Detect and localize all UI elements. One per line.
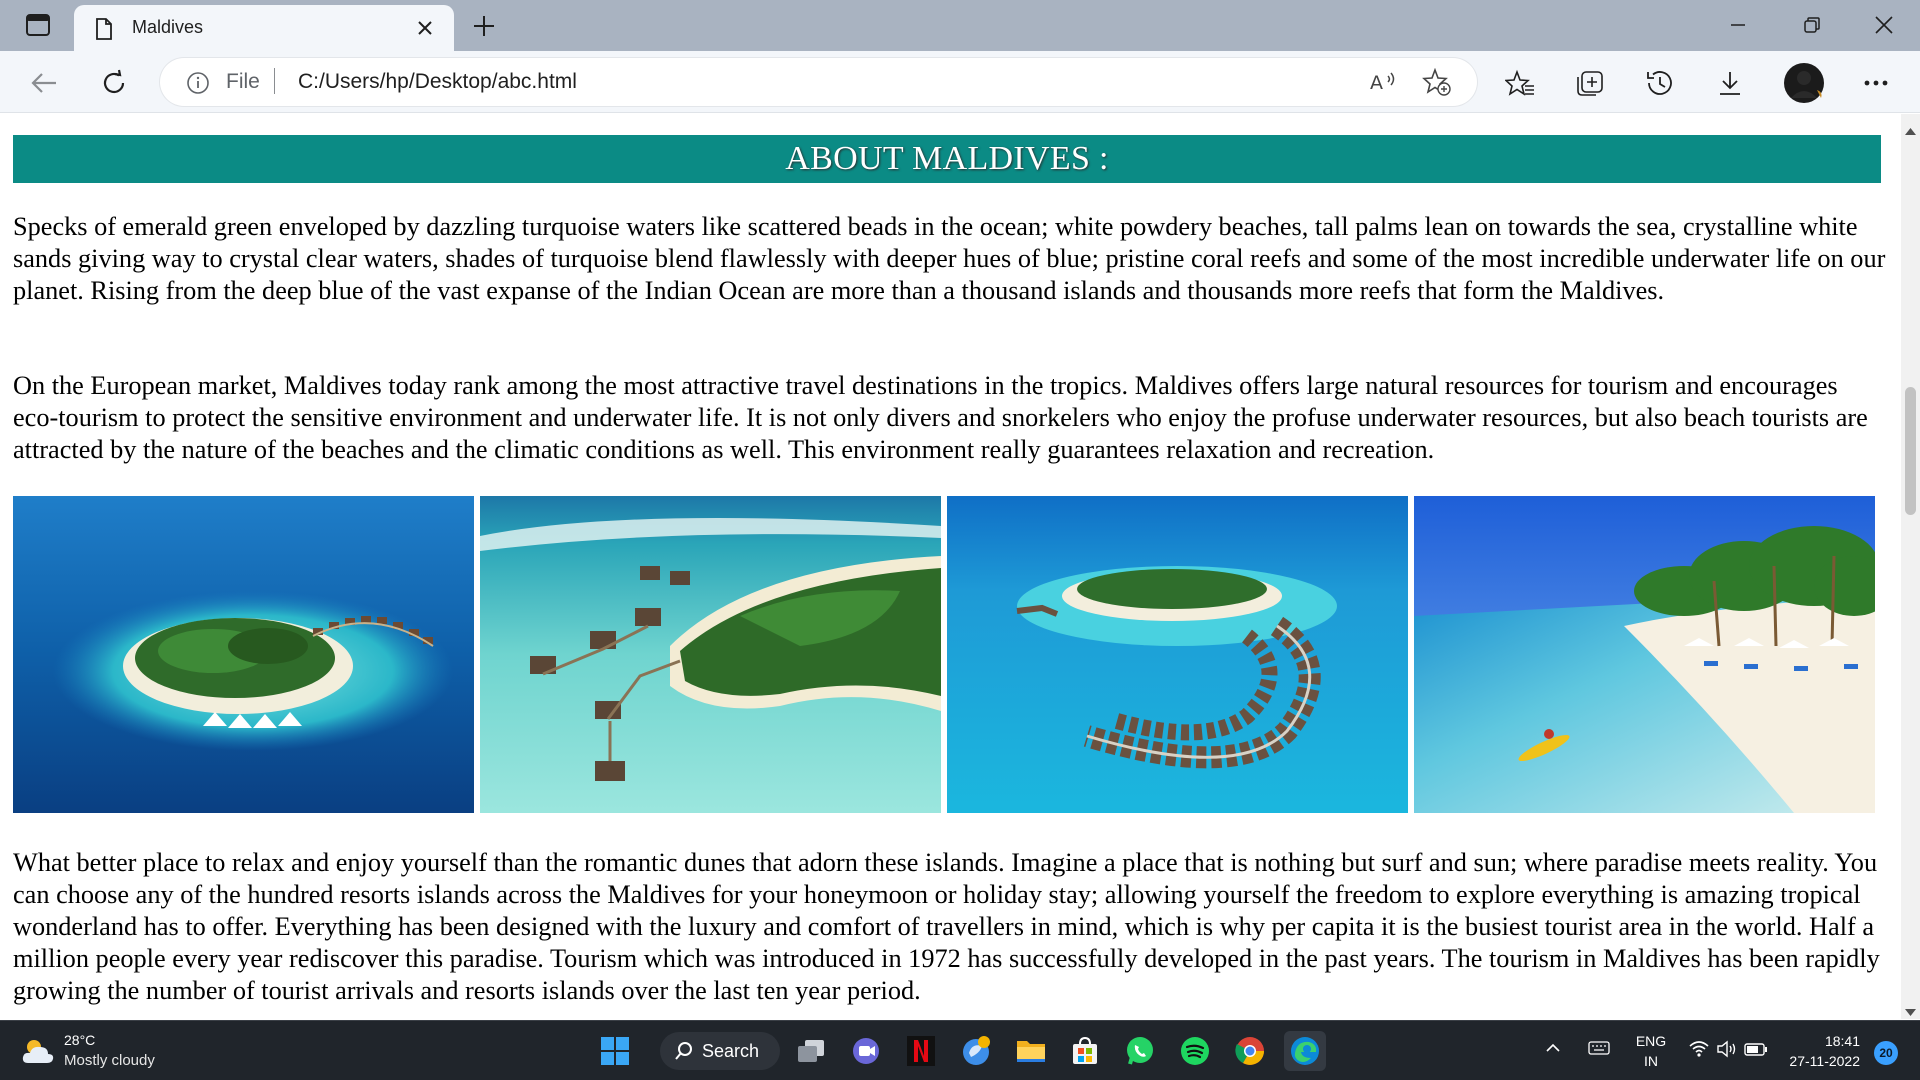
- tab-title: Maldives: [132, 17, 204, 37]
- maldives-island-photo-1: [13, 496, 474, 813]
- browser-toolbar: File C:/Users/hp/Desktop/abc.html A: [0, 51, 1920, 113]
- chrome-icon: [1235, 1037, 1264, 1065]
- tab-actions-button[interactable]: [12, 8, 64, 42]
- refresh-button[interactable]: [94, 63, 134, 103]
- profile-button[interactable]: [1782, 61, 1826, 105]
- edge-icon: [1291, 1037, 1319, 1065]
- page-viewport: ABOUT MALDIVES : Specks of emerald green…: [0, 114, 1901, 1019]
- show-hidden-icons-icon[interactable]: [1544, 1039, 1562, 1062]
- collections-icon: [1577, 71, 1603, 96]
- history-button[interactable]: [1640, 63, 1680, 103]
- restore-button[interactable]: [1782, 6, 1842, 44]
- favorites-icon: [1505, 69, 1534, 96]
- page-title: ABOUT MALDIVES :: [785, 140, 1109, 177]
- start-button[interactable]: [594, 1031, 636, 1071]
- settings-more-button[interactable]: [1856, 63, 1896, 103]
- page-favicon-icon: [94, 17, 114, 45]
- svg-text:A: A: [1370, 72, 1383, 94]
- microsoft-store-icon: [1073, 1036, 1097, 1064]
- clock-time: 18:41: [1824, 1033, 1860, 1049]
- file-explorer-icon: [1017, 1041, 1045, 1062]
- battery-icon[interactable]: [1744, 1039, 1768, 1064]
- spotify-icon: [1181, 1037, 1209, 1065]
- taskbar-search-label: Search: [702, 1040, 760, 1061]
- address-divider: [274, 68, 275, 94]
- tab-actions-icon: [26, 14, 50, 36]
- plus-icon: [474, 16, 494, 36]
- microsoft-store-app[interactable]: [1064, 1031, 1106, 1071]
- maldives-island-photo-3: [947, 496, 1408, 813]
- teams-chat-icon: [853, 1038, 879, 1064]
- spotify-app[interactable]: [1174, 1031, 1216, 1071]
- keyboard-icon[interactable]: [1588, 1039, 1610, 1062]
- scroll-up-icon[interactable]: [1905, 120, 1916, 139]
- weather-widget[interactable]: 28°C Mostly cloudy: [20, 1029, 220, 1073]
- address-bar[interactable]: File C:/Users/hp/Desktop/abc.html A: [160, 58, 1477, 106]
- page-scrollbar[interactable]: [1901, 114, 1920, 1019]
- minimize-button[interactable]: [1708, 6, 1768, 44]
- search-icon: [675, 1042, 692, 1060]
- language-code: ENG: [1635, 1033, 1667, 1049]
- minimize-icon: [1731, 24, 1745, 26]
- close-window-button[interactable]: [1854, 6, 1914, 44]
- collections-button[interactable]: [1570, 63, 1610, 103]
- file-explorer-app[interactable]: [1010, 1031, 1052, 1071]
- page-heading-banner: ABOUT MALDIVES :: [13, 135, 1881, 183]
- taskbar-search-button[interactable]: Search: [660, 1032, 780, 1070]
- windows-taskbar: 28°C Mostly cloudy Search ENG IN 18:41 2…: [0, 1020, 1920, 1080]
- new-tab-button[interactable]: [468, 10, 500, 42]
- url-text[interactable]: C:/Users/hp/Desktop/abc.html: [298, 70, 577, 94]
- browser-title-bar: Maldives: [0, 0, 1920, 51]
- read-aloud-icon[interactable]: A: [1368, 68, 1398, 100]
- clock-date: 27-11-2022: [1789, 1053, 1860, 1069]
- site-info-icon[interactable]: [186, 71, 210, 99]
- close-icon: [1875, 16, 1893, 34]
- chrome-app[interactable]: [1229, 1031, 1271, 1071]
- edge-app[interactable]: [1284, 1031, 1326, 1071]
- url-scheme-label: File: [226, 70, 260, 93]
- input-language-indicator[interactable]: ENG IN: [1625, 1031, 1677, 1071]
- edge-dev-app[interactable]: [955, 1031, 997, 1071]
- close-tab-icon[interactable]: [412, 15, 438, 41]
- romance-paragraph: What better place to relax and enjoy you…: [13, 848, 1880, 1005]
- back-button[interactable]: [24, 63, 64, 103]
- add-favorite-icon[interactable]: [1422, 67, 1452, 100]
- scrollbar-thumb[interactable]: [1905, 387, 1916, 515]
- scroll-down-icon[interactable]: [1905, 1002, 1916, 1021]
- task-view-icon: [798, 1040, 824, 1062]
- task-view-button[interactable]: [790, 1031, 832, 1071]
- avatar: [1784, 63, 1824, 103]
- windows-start-icon: [601, 1037, 629, 1065]
- more-options-icon: [1864, 80, 1888, 86]
- browser-tab-active[interactable]: Maldives: [74, 5, 454, 51]
- downloads-button[interactable]: [1710, 63, 1750, 103]
- history-icon: [1647, 71, 1672, 95]
- maldives-beach-photo-4: [1414, 496, 1875, 813]
- weather-condition: Mostly cloudy: [64, 1052, 155, 1069]
- download-icon: [1720, 72, 1740, 95]
- whatsapp-icon: [1127, 1037, 1153, 1065]
- language-region: IN: [1644, 1053, 1658, 1069]
- refresh-icon: [103, 69, 125, 94]
- favorites-button[interactable]: [1500, 63, 1540, 103]
- intro-paragraph: Specks of emerald green enveloped by daz…: [13, 212, 1886, 305]
- teams-chat-button[interactable]: [845, 1031, 887, 1071]
- tourism-paragraph: On the European market, Maldives today r…: [13, 371, 1868, 464]
- volume-icon[interactable]: [1716, 1039, 1738, 1064]
- whatsapp-app[interactable]: [1119, 1031, 1161, 1071]
- weather-temperature: 28°C: [64, 1032, 96, 1048]
- wifi-icon[interactable]: [1688, 1039, 1710, 1064]
- maldives-island-photo-2: [480, 496, 941, 813]
- partly-cloudy-icon: [20, 1035, 56, 1072]
- system-clock[interactable]: 18:41 27-11-2022: [1770, 1031, 1860, 1071]
- back-arrow-icon: [31, 73, 56, 93]
- netflix-icon: [907, 1036, 935, 1066]
- edge-dev-icon: [963, 1036, 990, 1065]
- netflix-app[interactable]: [900, 1031, 942, 1071]
- notification-badge[interactable]: 20: [1874, 1041, 1898, 1065]
- restore-icon: [1804, 17, 1820, 33]
